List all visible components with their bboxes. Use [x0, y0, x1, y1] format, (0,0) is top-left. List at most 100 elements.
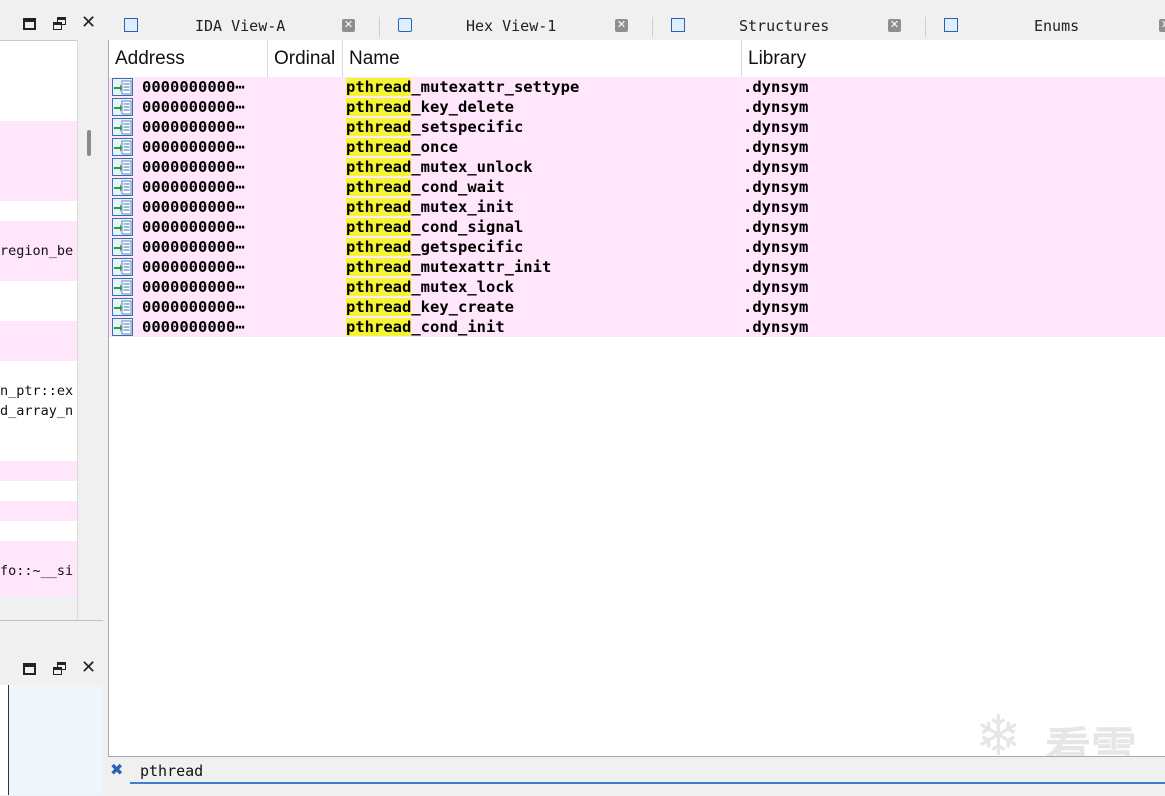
tab-close-icon[interactable]: ✕ — [1159, 19, 1165, 32]
address-cell: 0000000000⋯ — [142, 218, 245, 236]
address-cell: 0000000000⋯ — [142, 258, 245, 276]
name-rest: _cond_init — [411, 318, 505, 336]
function-list-item[interactable] — [0, 361, 77, 381]
close-button[interactable]: ✕ — [80, 657, 98, 678]
function-list-item[interactable]: d_array_n — [0, 401, 77, 421]
function-list-item[interactable] — [0, 341, 77, 361]
function-list-item[interactable] — [0, 581, 77, 596]
table-row[interactable]: 0000000000⋯ pthread_mutexattr_init .dynsym — [109, 257, 1165, 277]
tab-label: Structures — [739, 17, 830, 35]
scrollbar-thumb[interactable] — [87, 130, 91, 156]
left-scrollbar[interactable] — [77, 40, 104, 620]
library-cell: .dynsym — [743, 178, 809, 196]
table-row[interactable]: 0000000000⋯ pthread_mutexattr_settype .dyn… — [109, 77, 1165, 97]
table-row[interactable]: 0000000000⋯ pthread_key_create .dynsym — [109, 297, 1165, 317]
table-row[interactable]: 0000000000⋯ pthread_mutex_unlock .dynsym — [109, 157, 1165, 177]
function-list-item[interactable] — [0, 281, 77, 301]
column-header-name[interactable]: Name — [343, 40, 741, 77]
import-function-icon — [112, 178, 133, 196]
float-button[interactable] — [51, 660, 69, 678]
structures-icon — [671, 18, 685, 32]
filter-match-highlight: pthread — [346, 238, 412, 256]
function-list-item[interactable] — [0, 221, 77, 241]
name-cell: pthread_key_delete — [346, 97, 514, 117]
function-list-item[interactable] — [0, 301, 77, 321]
name-cell: pthread_cond_wait — [346, 177, 505, 197]
tab-enums[interactable]: Enums ✕ — [926, 13, 1165, 39]
function-list-item[interactable]: fo::~__si — [0, 561, 77, 581]
filter-input[interactable] — [130, 760, 1165, 784]
tab-label: IDA View-A — [195, 17, 286, 35]
library-cell: .dynsym — [743, 118, 809, 136]
table-row[interactable]: 0000000000⋯ pthread_mutex_lock .dynsym — [109, 277, 1165, 297]
function-list-item[interactable] — [0, 161, 77, 181]
filter-match-highlight: pthread — [346, 298, 412, 316]
tab-label: Hex View-1 — [466, 17, 557, 35]
column-header-address[interactable]: Address — [109, 40, 267, 77]
function-list-item[interactable] — [0, 41, 77, 61]
tab-ida-view-a[interactable]: IDA View-A ✕ — [108, 13, 378, 39]
table-row[interactable]: 0000000000⋯ pthread_cond_signal .dynsym — [109, 217, 1165, 237]
table-row[interactable]: 0000000000⋯ pthread_key_delete .dynsym — [109, 97, 1165, 117]
name-cell: pthread_mutex_lock — [346, 277, 514, 297]
tab-close-icon[interactable]: ✕ — [888, 19, 901, 32]
library-cell: .dynsym — [743, 258, 809, 276]
import-function-icon — [112, 318, 133, 336]
function-list-item[interactable] — [0, 181, 77, 201]
table-row[interactable]: 0000000000⋯ pthread_mutex_init .dynsym — [109, 197, 1165, 217]
tab-structures[interactable]: Structures ✕ — [653, 13, 925, 39]
filter-match-highlight: pthread — [346, 118, 412, 136]
tab-hex-view-1[interactable]: Hex View-1 ✕ — [380, 13, 652, 39]
library-cell: .dynsym — [743, 278, 809, 296]
table-row[interactable]: 0000000000⋯ pthread_getspecific .dynsym — [109, 237, 1165, 257]
functions-list[interactable]: region_ben_ptr::ex d_array_nfo::~__si — [0, 40, 77, 596]
column-header-ordinal[interactable]: Ordinal — [268, 40, 342, 77]
name-rest: _mutexattr_init — [411, 258, 552, 276]
filter-match-highlight: pthread — [346, 318, 412, 336]
filter-match-highlight: pthread — [346, 138, 412, 156]
tab-close-icon[interactable]: ✕ — [342, 19, 355, 32]
function-list-item[interactable] — [0, 101, 77, 121]
filter-match-highlight: pthread — [346, 278, 412, 296]
float-button[interactable] — [51, 15, 69, 33]
function-list-item[interactable] — [0, 421, 77, 441]
function-list-item[interactable] — [0, 121, 77, 141]
function-list-item[interactable] — [0, 521, 77, 541]
tab-label: Enums — [1034, 17, 1080, 35]
left-pane: ✕ region_ben_ptr::ex d_array_nfo::~__si ✕ — [0, 0, 104, 795]
function-list-item[interactable] — [0, 61, 77, 81]
close-button[interactable]: ✕ — [80, 12, 98, 33]
table-row[interactable]: 0000000000⋯ pthread_setspecific .dynsym — [109, 117, 1165, 137]
import-function-icon — [112, 78, 133, 96]
function-list-item[interactable] — [0, 201, 77, 221]
function-list-item[interactable]: n_ptr::ex — [0, 381, 77, 401]
filter-match-highlight: pthread — [346, 78, 412, 96]
function-list-item[interactable] — [0, 141, 77, 161]
maximize-button[interactable] — [20, 660, 38, 678]
name-cell: pthread_cond_signal — [346, 217, 523, 237]
library-cell: .dynsym — [743, 318, 809, 336]
close-icon: ✕ — [81, 657, 97, 678]
function-list-item[interactable] — [0, 461, 77, 481]
function-list-item[interactable] — [0, 441, 77, 461]
tab-close-icon[interactable]: ✕ — [615, 19, 628, 32]
enums-icon — [944, 18, 958, 32]
close-filter-icon[interactable]: ✖ — [110, 762, 124, 778]
table-row[interactable]: 0000000000⋯ pthread_cond_wait .dynsym — [109, 177, 1165, 197]
function-list-item[interactable]: region_be — [0, 241, 77, 261]
import-function-icon — [112, 138, 133, 156]
column-header-library[interactable]: Library — [742, 40, 1165, 77]
table-row[interactable]: 0000000000⋯ pthread_cond_init .dynsym — [109, 317, 1165, 337]
address-cell: 0000000000⋯ — [142, 118, 245, 136]
name-rest: _mutex_init — [411, 198, 514, 216]
maximize-button[interactable] — [20, 15, 38, 33]
function-list-item[interactable] — [0, 261, 77, 281]
function-list-item[interactable] — [0, 541, 77, 561]
filter-match-highlight: pthread — [346, 218, 412, 236]
function-list-item[interactable] — [0, 81, 77, 101]
library-cell: .dynsym — [743, 218, 809, 236]
function-list-item[interactable] — [0, 321, 77, 341]
function-list-item[interactable] — [0, 501, 77, 521]
function-list-item[interactable] — [0, 481, 77, 501]
table-row[interactable]: 0000000000⋯ pthread_once .dynsym — [109, 137, 1165, 157]
